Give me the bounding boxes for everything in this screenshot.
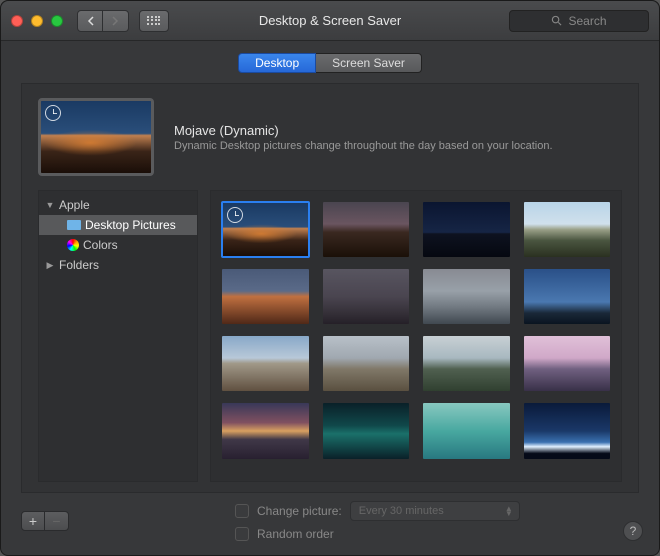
random-order-checkbox[interactable]	[235, 527, 249, 541]
grid-icon	[147, 16, 161, 26]
options: Change picture: Every 30 minutes ▲▼ Rand…	[235, 501, 520, 541]
lower-split: ▼ Apple Desktop Pictures Colors ▶ Folder…	[22, 190, 638, 492]
forward-button[interactable]	[103, 10, 129, 32]
change-interval-value: Every 30 minutes	[359, 505, 444, 517]
help-button[interactable]: ?	[623, 521, 643, 541]
nav-buttons	[77, 10, 129, 32]
random-order-row: Random order	[235, 527, 520, 541]
wallpaper-thumbnail[interactable]	[221, 402, 310, 459]
chevron-updown-icon: ▲▼	[505, 506, 513, 516]
sidebar-item-colors[interactable]: Colors	[39, 235, 197, 255]
add-folder-button[interactable]: +	[21, 511, 45, 531]
wallpaper-description: Dynamic Desktop pictures change througho…	[174, 140, 622, 152]
wallpaper-thumbnail[interactable]	[221, 335, 310, 392]
disclosure-triangle-icon[interactable]: ▼	[45, 200, 55, 210]
titlebar: Desktop & Screen Saver Search	[1, 1, 659, 41]
zoom-button[interactable]	[51, 15, 63, 27]
change-picture-label: Change picture:	[257, 504, 342, 518]
search-icon	[551, 15, 562, 26]
sidebar-item-folders[interactable]: ▶ Folders	[39, 255, 197, 275]
dynamic-badge-icon	[45, 105, 61, 121]
tab-bar: DesktopScreen Saver	[1, 41, 659, 83]
preview-info: Mojave (Dynamic) Dynamic Desktop picture…	[174, 123, 622, 152]
search-field[interactable]: Search	[509, 10, 649, 32]
tab-desktop[interactable]: Desktop	[238, 53, 316, 73]
sidebar-label: Desktop Pictures	[85, 218, 176, 232]
remove-folder-button[interactable]: −	[45, 511, 69, 531]
wallpaper-thumbnail[interactable]	[523, 201, 612, 258]
preferences-window: Desktop & Screen Saver Search DesktopScr…	[0, 0, 660, 556]
window-controls	[11, 15, 63, 27]
wallpaper-thumbnail[interactable]	[221, 201, 310, 258]
source-tree: ▼ Apple Desktop Pictures Colors ▶ Folder…	[39, 191, 197, 279]
minimize-button[interactable]	[31, 15, 43, 27]
random-order-label: Random order	[257, 527, 334, 541]
sidebar-label: Folders	[59, 258, 99, 272]
content-area: Mojave (Dynamic) Dynamic Desktop picture…	[21, 83, 639, 493]
bottom-bar: + − Change picture: Every 30 minutes ▲▼ …	[1, 493, 659, 555]
source-sidebar[interactable]: ▼ Apple Desktop Pictures Colors ▶ Folder…	[38, 190, 198, 482]
wallpaper-thumbnail[interactable]	[422, 402, 511, 459]
wallpaper-thumbnail[interactable]	[523, 268, 612, 325]
change-picture-row: Change picture: Every 30 minutes ▲▼	[235, 501, 520, 521]
current-wallpaper-preview	[38, 98, 154, 176]
wallpaper-title: Mojave (Dynamic)	[174, 123, 622, 138]
close-button[interactable]	[11, 15, 23, 27]
wallpaper-grid-container[interactable]	[210, 190, 622, 482]
search-placeholder: Search	[568, 14, 606, 28]
sidebar-item-desktop-pictures[interactable]: Desktop Pictures	[39, 215, 197, 235]
dynamic-badge-icon	[227, 207, 243, 223]
change-interval-select[interactable]: Every 30 minutes ▲▼	[350, 501, 520, 521]
disclosure-triangle-icon[interactable]: ▶	[45, 260, 55, 271]
sidebar-label: Apple	[59, 198, 90, 212]
wallpaper-thumbnail[interactable]	[523, 402, 612, 459]
wallpaper-thumbnail[interactable]	[422, 268, 511, 325]
wallpaper-thumbnail[interactable]	[322, 201, 411, 258]
show-all-button[interactable]	[139, 10, 169, 32]
wallpaper-thumbnail[interactable]	[422, 335, 511, 392]
back-button[interactable]	[77, 10, 103, 32]
wallpaper-thumbnail[interactable]	[322, 268, 411, 325]
folder-icon	[67, 220, 81, 230]
wallpaper-thumbnail[interactable]	[523, 335, 612, 392]
color-wheel-icon	[67, 239, 79, 251]
sidebar-label: Colors	[83, 238, 118, 252]
wallpaper-thumbnail[interactable]	[221, 268, 310, 325]
wallpaper-thumbnail[interactable]	[322, 335, 411, 392]
wallpaper-grid	[221, 201, 611, 460]
preview-row: Mojave (Dynamic) Dynamic Desktop picture…	[22, 84, 638, 190]
sidebar-item-apple[interactable]: ▼ Apple	[39, 195, 197, 215]
add-remove-controls: + −	[21, 511, 69, 531]
tab-screen-saver[interactable]: Screen Saver	[316, 53, 422, 73]
wallpaper-thumbnail[interactable]	[322, 402, 411, 459]
wallpaper-thumbnail[interactable]	[422, 201, 511, 258]
change-picture-checkbox[interactable]	[235, 504, 249, 518]
